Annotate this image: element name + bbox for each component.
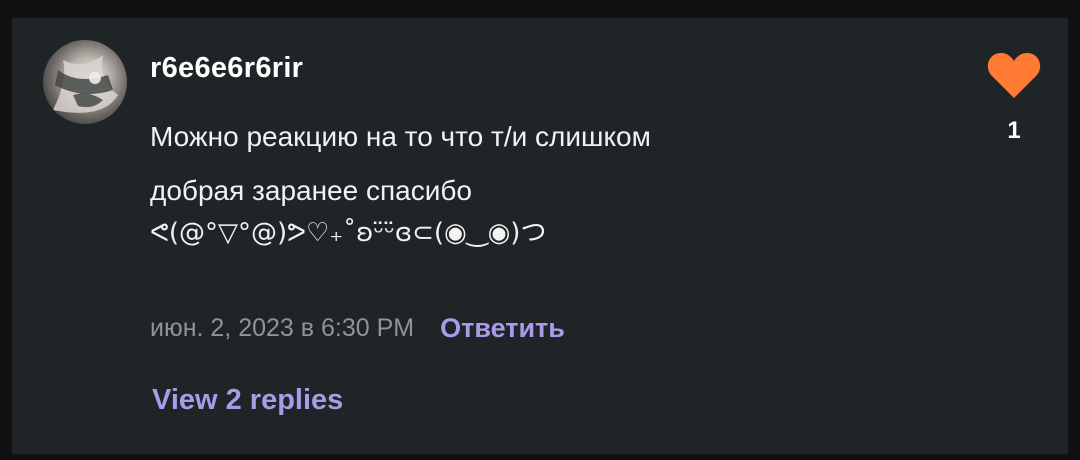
user-avatar[interactable] — [43, 40, 127, 124]
avatar-image — [53, 55, 118, 113]
reply-button[interactable]: Ответить — [440, 313, 565, 344]
comment-username[interactable]: r6e6e6r6rir — [150, 50, 303, 86]
comment-body: Можно реакцию на то что т/и слишком добр… — [150, 110, 870, 250]
comment-text-line: Можно реакцию на то что т/и слишком — [150, 121, 651, 152]
comment-text-line: ᕙ(@°▽°@)ᕗ♡₊˚ʚᵕ̈ᵕ̈ɞ⊂(◉‿◉)つ — [150, 218, 547, 248]
comment-timestamp: июн. 2, 2023 в 6:30 PM — [150, 313, 415, 342]
comment-meta: июн. 2, 2023 в 6:30 PM Ответить — [150, 310, 565, 346]
view-replies-button[interactable]: View 2 replies — [152, 384, 343, 417]
heart-icon — [987, 52, 1041, 98]
comment-text-line: добрая заранее спасибо — [150, 175, 472, 206]
like-count: 1 — [1007, 117, 1021, 144]
comment-card: r6e6e6r6rir Можно реакцию на то что т/и … — [12, 18, 1068, 454]
like-button[interactable] — [986, 50, 1042, 100]
